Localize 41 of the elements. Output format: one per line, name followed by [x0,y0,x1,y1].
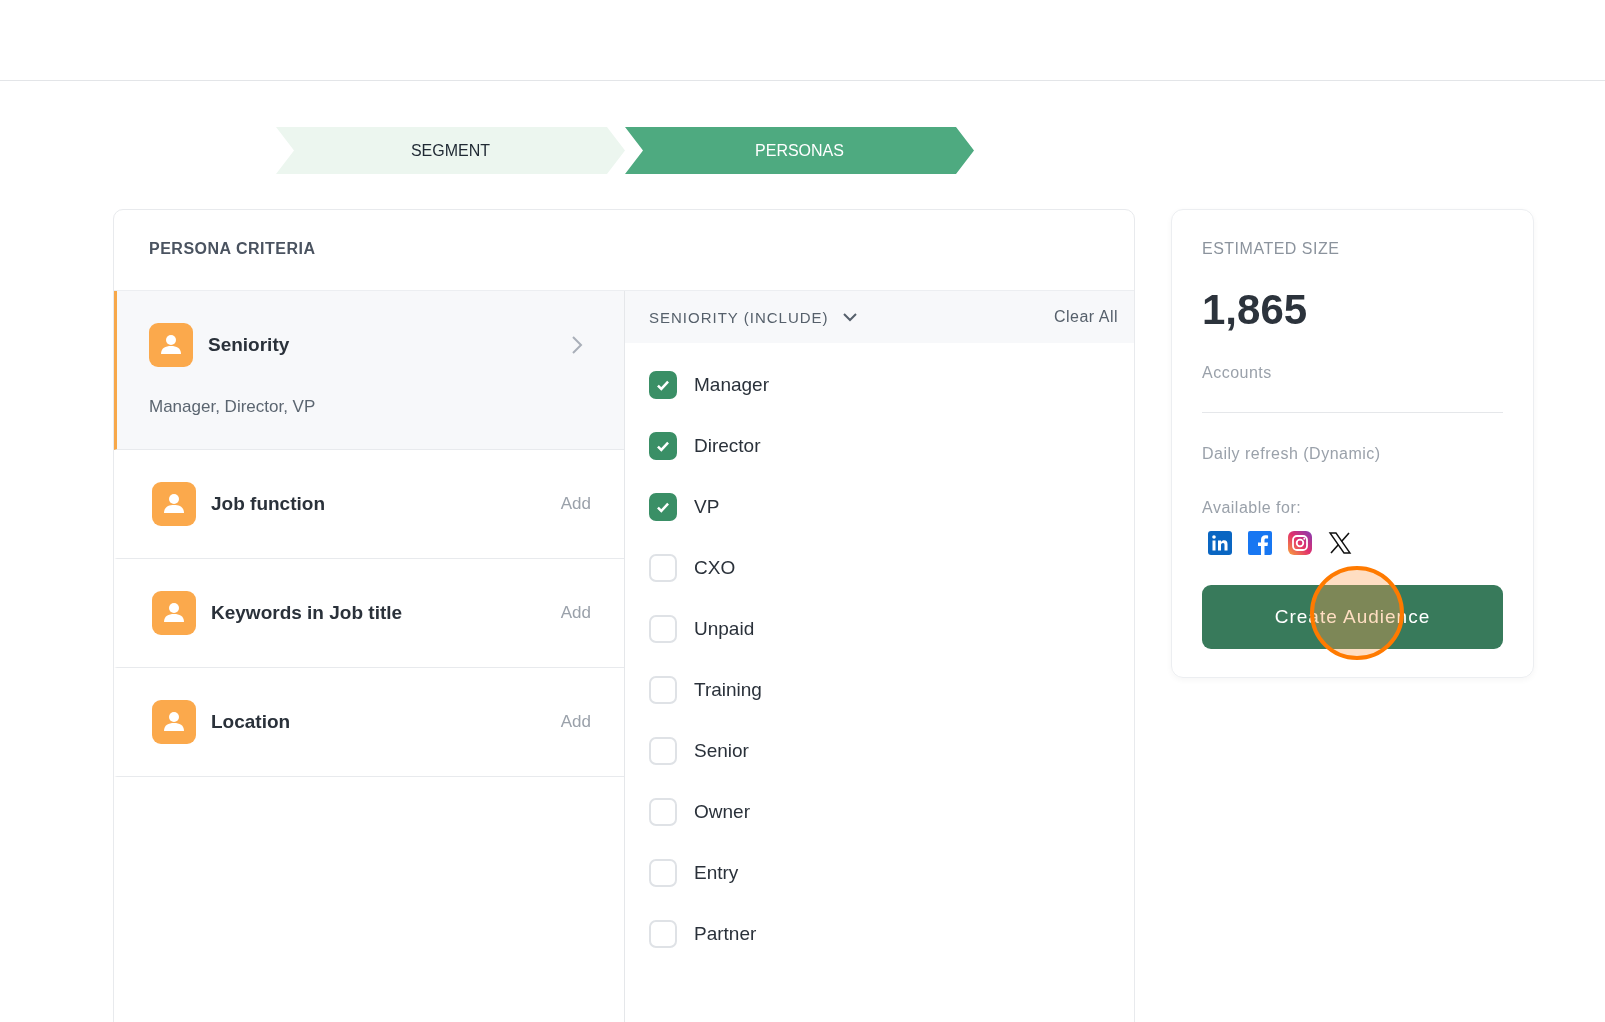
criteria-label: Keywords in Job title [211,602,404,624]
option-label: Unpaid [694,617,755,640]
option-label: Training [694,678,762,701]
refresh-text: Daily refresh (Dynamic) [1202,445,1382,463]
criteria-item[interactable]: Keywords in Job title Add [114,559,624,668]
option-label: CXO [694,556,736,579]
option-label: Entry [694,861,739,884]
x-logo-icon [1328,531,1352,555]
option-label: VP [694,495,720,518]
criteria-item[interactable]: Seniority Manager, Director, VP [114,291,624,450]
criteria-label: Job function [211,493,326,515]
linkedin-icon [1208,531,1232,555]
estimate-value: 1,865 [1202,286,1309,334]
criteria-summary: Manager, Director, VP [149,397,317,417]
facebook-icon [1248,531,1272,555]
option-label: Owner [694,800,750,823]
chevron-right-icon [571,335,583,355]
clear-all-link[interactable]: Clear All [1053,308,1118,326]
checkbox[interactable] [649,492,677,521]
person-icon [149,323,193,367]
person-icon [152,700,196,744]
checkbox[interactable] [649,370,677,399]
criteria-item[interactable]: Job function Add [114,450,624,559]
option-label: Manager [694,373,769,396]
criteria-item[interactable]: Location Add [114,668,624,777]
card-title: PERSONA CRITERIA [148,239,317,259]
criteria-label: Seniority [208,334,291,356]
person-icon [152,482,196,526]
step-tab[interactable]: SEGMENT [276,127,625,174]
checkbox[interactable] [649,431,677,460]
caret-down-icon[interactable] [842,312,857,322]
estimate-unit: Accounts [1202,364,1273,382]
option-label: Partner [694,922,757,945]
person-icon [152,591,196,635]
criteria-label: Location [211,711,292,733]
available-label: Available for: [1202,499,1303,517]
option-label: Senior [694,739,749,762]
estimate-title: ESTIMATED SIZE [1202,240,1341,258]
option-label: Director [694,434,761,457]
dropdown-title[interactable]: SENIORITY (INCLUDE) [649,308,829,326]
instagram-icon [1288,531,1312,555]
